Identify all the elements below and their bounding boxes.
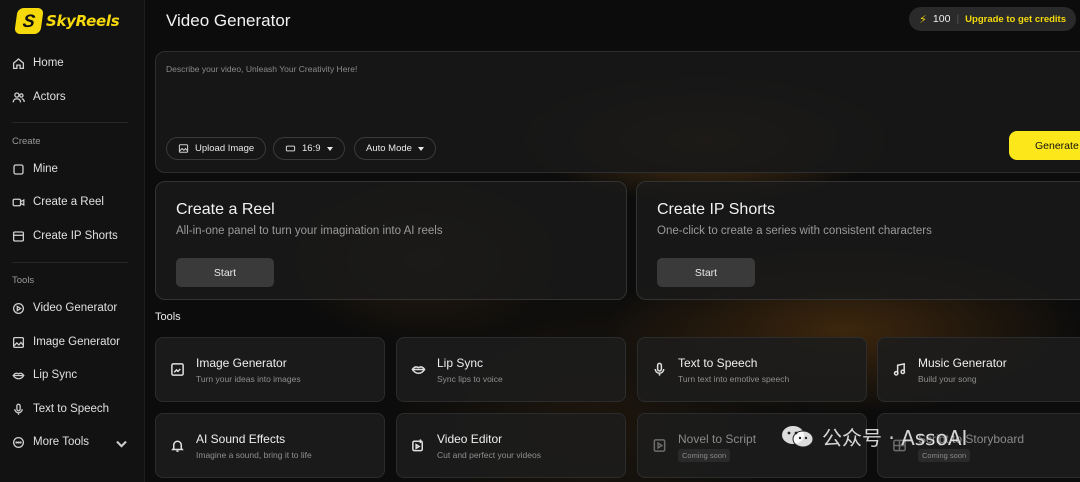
credits-bar[interactable]: ⚡ 100 | Upgrade to get credits <box>909 7 1076 31</box>
microphone-icon <box>652 362 667 377</box>
sidebar-item-actors[interactable]: Actors <box>12 83 132 111</box>
start-button[interactable]: Start <box>657 258 755 287</box>
sidebar-item-label: Create IP Shorts <box>33 230 118 242</box>
tool-name: Image Generator <box>196 356 287 370</box>
tools-section-title: Tools <box>155 311 181 323</box>
sidebar-item-lip-sync[interactable]: Lip Sync <box>12 361 132 389</box>
aspect-ratio-value: 16:9 <box>302 143 321 154</box>
upgrade-link[interactable]: Upgrade to get credits <box>965 14 1066 25</box>
tool-description: Build your song <box>918 374 977 384</box>
brand-logo[interactable]: S SkyReels <box>14 8 120 34</box>
prompt-input[interactable] <box>166 64 966 124</box>
divider: | <box>956 13 960 25</box>
coming-soon-badge: Coming soon <box>678 449 731 462</box>
play-doc-icon <box>652 438 667 453</box>
watermark: 公众号 · AssoAI <box>780 422 967 451</box>
tool-name: Video Editor <box>437 432 503 446</box>
sidebar-item-mine[interactable]: Mine <box>12 155 132 183</box>
start-button[interactable]: Start <box>176 258 274 287</box>
divider <box>12 122 128 123</box>
divider <box>12 262 128 263</box>
credits-count: 100 <box>932 13 951 25</box>
sidebar-item-label: Actors <box>33 91 66 103</box>
brand-name: SkyReels <box>46 12 120 30</box>
tool-name: Novel to Script <box>678 432 757 446</box>
lightning-logo-icon: S <box>14 8 44 34</box>
mode-select[interactable]: Auto Mode <box>354 137 436 160</box>
lightning-icon: ⚡ <box>919 13 927 26</box>
section-title-create: Create <box>12 136 41 147</box>
play-circle-icon <box>12 302 25 314</box>
sidebar: S SkyReels Home Actors Create Mine Creat… <box>0 0 145 482</box>
sidebar-item-label: Image Generator <box>33 336 120 348</box>
upload-image-label: Upload Image <box>195 143 255 154</box>
create-reel-card[interactable]: Create a Reel All-in-one panel to turn y… <box>155 181 627 300</box>
sidebar-item-home[interactable]: Home <box>12 49 132 77</box>
aspect-ratio-select[interactable]: 16:9 <box>273 137 345 160</box>
card-title: Create a Reel <box>176 201 275 218</box>
card-description: All-in-one panel to turn your imaginatio… <box>176 225 443 237</box>
caret-down-icon <box>326 146 333 151</box>
sidebar-item-video-generator[interactable]: Video Generator <box>12 294 132 322</box>
tool-name: AI Sound Effects <box>196 432 286 446</box>
tool-card-ai-sound-effects[interactable]: AI Sound Effects Imagine a sound, bring … <box>155 413 385 478</box>
tool-description: Sync lips to voice <box>437 374 503 384</box>
tool-name: Lip Sync <box>437 356 484 370</box>
sidebar-item-label: Lip Sync <box>33 369 78 381</box>
tool-card-music-generator[interactable]: Music Generator Build your song <box>877 337 1080 402</box>
tool-description: Imagine a sound, bring it to life <box>196 450 312 460</box>
wechat-logo-icon <box>782 425 814 447</box>
sidebar-item-text-to-speech[interactable]: Text to Speech <box>12 395 132 423</box>
video-edit-icon <box>411 438 426 453</box>
panel-icon <box>12 230 25 242</box>
lips-icon <box>12 372 25 379</box>
sidebar-item-label: More Tools <box>33 436 90 448</box>
sidebar-item-label: Video Generator <box>33 302 118 314</box>
aspect-ratio-icon <box>285 145 296 152</box>
main-content: Video Generator ⚡ 100 | Upgrade to get c… <box>145 0 1080 482</box>
generate-button[interactable]: Generate <box>1009 131 1080 160</box>
tool-name: Text to Speech <box>678 356 758 370</box>
tool-card-lip-sync[interactable]: Lip Sync Sync lips to voice <box>396 337 626 402</box>
caret-down-icon <box>417 146 424 151</box>
lips-icon <box>411 362 426 377</box>
chevron-down-icon[interactable] <box>115 437 128 450</box>
page-title: Video Generator <box>166 11 291 30</box>
card-description: One-click to create a series with consis… <box>657 225 932 237</box>
tool-card-video-editor[interactable]: Video Editor Cut and perfect your videos <box>396 413 626 478</box>
sidebar-item-label: Home <box>33 57 64 69</box>
upload-image-button[interactable]: Upload Image <box>166 137 267 160</box>
sidebar-item-label: Create a Reel <box>33 196 104 208</box>
sidebar-item-label: Mine <box>33 163 58 175</box>
card-title: Create IP Shorts <box>657 201 775 218</box>
music-note-icon <box>892 362 907 377</box>
microphone-icon <box>14 403 23 415</box>
sidebar-item-label: Text to Speech <box>33 403 110 415</box>
tool-description: Turn text into emotive speech <box>678 374 790 384</box>
prompt-panel: Upload Image 16:9 Auto Mode Generate <box>155 51 1080 173</box>
sidebar-item-create-ip-shorts[interactable]: Create IP Shorts <box>12 222 132 250</box>
users-icon <box>12 91 25 102</box>
tool-name: Music Generator <box>918 356 1007 370</box>
sidebar-item-more-tools[interactable]: More Tools <box>12 428 132 456</box>
more-circle-icon <box>12 436 25 448</box>
mode-value: Auto Mode <box>366 143 412 154</box>
sidebar-item-image-generator[interactable]: Image Generator <box>12 328 132 356</box>
home-icon <box>12 57 25 69</box>
tool-description: Cut and perfect your videos <box>437 450 541 460</box>
watermark-text: 公众号 · AssoAI <box>822 426 968 450</box>
tool-card-image-generator[interactable]: Image Generator Turn your ideas into ima… <box>155 337 385 402</box>
bell-icon <box>170 438 185 453</box>
tool-description: Turn your ideas into images <box>196 374 301 384</box>
sidebar-item-create-a-reel[interactable]: Create a Reel <box>12 188 132 216</box>
video-icon <box>12 198 25 206</box>
create-ip-shorts-card[interactable]: Create IP Shorts One-click to create a s… <box>636 181 1080 300</box>
square-icon <box>13 163 24 175</box>
tool-card-text-to-speech[interactable]: Text to Speech Turn text into emotive sp… <box>637 337 867 402</box>
image-icon <box>170 362 185 377</box>
section-title-tools: Tools <box>12 275 35 286</box>
image-icon <box>12 336 25 348</box>
image-icon <box>178 144 189 153</box>
